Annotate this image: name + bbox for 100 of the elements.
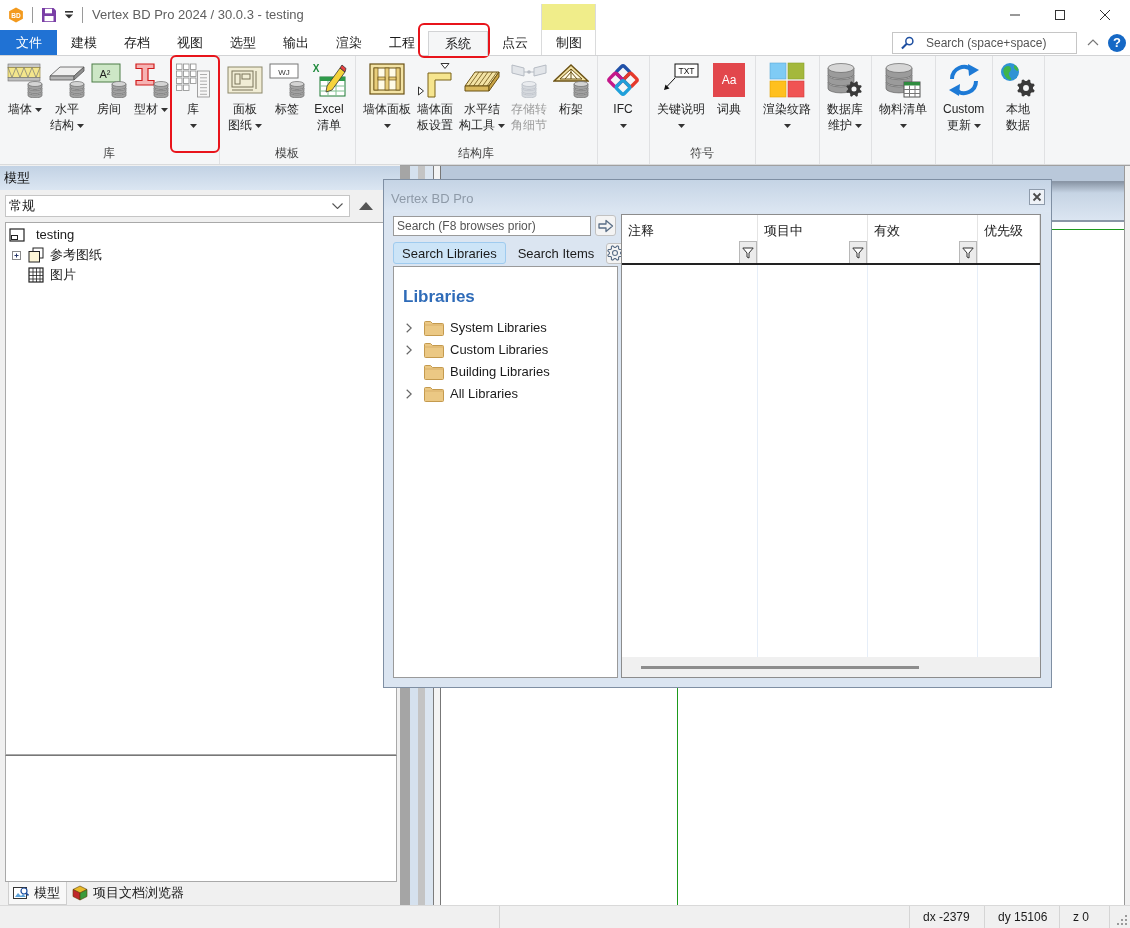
ribbon-button[interactable]: 数据库 维护	[824, 57, 866, 144]
filter-icon	[742, 246, 754, 259]
ribbon-button[interactable]: IFC	[602, 57, 644, 144]
ribbon-button[interactable]: 水平结 构工具	[456, 57, 508, 144]
ribbon-button[interactable]: 物料清单	[876, 57, 930, 144]
scrollbar-track[interactable]	[622, 657, 1040, 677]
library-item[interactable]: Custom Libraries	[450, 340, 549, 360]
ribbon-tab[interactable]: 选型	[216, 30, 269, 55]
status-text: z 0	[1060, 906, 1110, 928]
wall-frame-icon	[369, 62, 405, 98]
panel-tab[interactable]: 模型	[8, 882, 67, 905]
picture-magnifier-icon	[13, 885, 29, 901]
corner-frame-icon	[417, 62, 453, 98]
save-icon[interactable]	[41, 7, 57, 23]
ribbon-tab[interactable]: 存档	[110, 30, 163, 55]
search-field[interactable]: Search (F8 browses prior)	[393, 215, 591, 236]
panel-title: 模型	[0, 166, 400, 190]
truss-icon	[553, 62, 589, 98]
filter-icon	[852, 246, 864, 259]
database-table-icon	[885, 62, 921, 98]
ribbon-tab[interactable]: 制图	[541, 4, 596, 55]
ribbon-button[interactable]: 库	[172, 57, 214, 144]
library-item[interactable]: All Libraries	[450, 384, 518, 404]
library-item[interactable]: System Libraries	[450, 318, 547, 338]
grid-icon	[28, 267, 44, 283]
wall-layers-icon	[7, 62, 43, 98]
ribbon-tab[interactable]: 输出	[269, 30, 322, 55]
ribbon-button[interactable]: 本地 数据	[997, 57, 1040, 144]
ribbon-tab[interactable]: 建模	[57, 30, 110, 55]
ribbon-tab[interactable]: 系统	[428, 31, 488, 56]
library-item[interactable]: Building Libraries	[450, 362, 550, 382]
globe-gear-icon	[1000, 62, 1037, 98]
status-text: dx -2379	[910, 906, 985, 928]
folder-icon	[424, 342, 444, 358]
collapse-up-icon[interactable]	[359, 202, 373, 210]
chevron-down-icon	[332, 203, 343, 209]
group-label: 模板	[274, 145, 300, 162]
column-header[interactable]: 有效	[868, 221, 977, 241]
search-mode-tab[interactable]: Search Libraries	[393, 242, 506, 264]
search-mode-tab[interactable]: Search Items	[508, 242, 604, 264]
close-icon[interactable]	[1029, 189, 1045, 205]
settings-icon	[607, 245, 624, 261]
view-select[interactable]: 常规	[5, 195, 350, 217]
filter-button[interactable]	[959, 241, 977, 263]
ribbon-button[interactable]: WJ 标签	[266, 57, 308, 144]
tree-item[interactable]: 图片	[50, 265, 76, 285]
ribbon-tab[interactable]: 工程	[375, 30, 428, 55]
chevron-right-icon[interactable]	[406, 389, 412, 399]
folder-icon	[424, 386, 444, 402]
ribbon-tab[interactable]: 点云	[488, 30, 541, 55]
ribbon-button[interactable]: 墙体面 板设置	[414, 57, 456, 144]
ribbon-tab[interactable]: 渲染	[322, 30, 375, 55]
column-header[interactable]: 注释	[622, 221, 757, 241]
cube-icon	[72, 885, 88, 901]
ribbon-button[interactable]: 渲染纹路	[760, 57, 814, 144]
customize-menu-icon[interactable]	[64, 10, 74, 20]
search-field[interactable]: Search (space+space)	[892, 31, 1077, 54]
panel-tab[interactable]: 项目文档浏览器	[67, 882, 191, 905]
file-menu-button[interactable]: 文件	[0, 30, 57, 55]
ribbon-button[interactable]: 墙体面板	[360, 57, 414, 144]
ribbon-button[interactable]: 型材	[130, 57, 172, 144]
ribbon-button[interactable]: 面板 图纸	[224, 57, 266, 144]
ribbon-button[interactable]: A² 房间	[88, 57, 130, 144]
chevron-right-icon[interactable]	[406, 345, 412, 355]
arrow-right-icon	[597, 218, 614, 233]
ribbon-button[interactable]: Custom 更新	[940, 57, 988, 144]
corner-detail-icon	[511, 62, 547, 98]
ribbon-button[interactable]: 墙体	[4, 57, 46, 144]
dialog-title: Vertex BD Pro	[391, 189, 474, 208]
scrollbar-thumb[interactable]	[641, 665, 919, 669]
ribbon-button[interactable]: TXT 关键说明	[654, 57, 708, 144]
filter-button[interactable]	[849, 241, 867, 263]
i-beam-icon	[133, 62, 169, 98]
interlocked-squares-icon	[605, 62, 641, 98]
sheet-icon	[9, 227, 25, 243]
resize-grip-icon[interactable]	[1116, 914, 1127, 925]
ribbon-button[interactable]: 水平 结构	[46, 57, 88, 144]
tree-item[interactable]: testing	[36, 225, 75, 245]
folder-icon	[424, 364, 444, 380]
tree-item[interactable]: 参考图纸	[50, 245, 102, 265]
ribbon-button[interactable]: X Excel 清单	[308, 57, 350, 144]
stacked-sheets-icon	[28, 247, 44, 263]
dictionary-icon: Aa	[711, 62, 747, 98]
search-icon	[901, 35, 914, 50]
column-header[interactable]: 项目中	[758, 221, 867, 241]
chevron-right-icon[interactable]	[406, 323, 412, 333]
ribbon-tab[interactable]: 视图	[163, 30, 216, 55]
filter-button[interactable]	[739, 241, 757, 263]
collapse-ribbon-icon[interactable]	[1087, 39, 1099, 46]
folder-icon	[424, 320, 444, 336]
help-button[interactable]: ?	[1108, 33, 1126, 52]
ribbon-button[interactable]: Aa 词典	[708, 57, 750, 144]
column-header[interactable]: 优先级	[978, 221, 1039, 241]
group-label: 结构库	[457, 145, 495, 162]
close-icon[interactable]	[1100, 10, 1110, 20]
database-gear-icon	[827, 62, 863, 98]
go-button[interactable]	[595, 215, 616, 236]
ribbon-button[interactable]: 桁架	[550, 57, 592, 144]
expand-plus-icon[interactable]	[12, 250, 21, 260]
maximize-icon[interactable]	[1055, 10, 1065, 20]
